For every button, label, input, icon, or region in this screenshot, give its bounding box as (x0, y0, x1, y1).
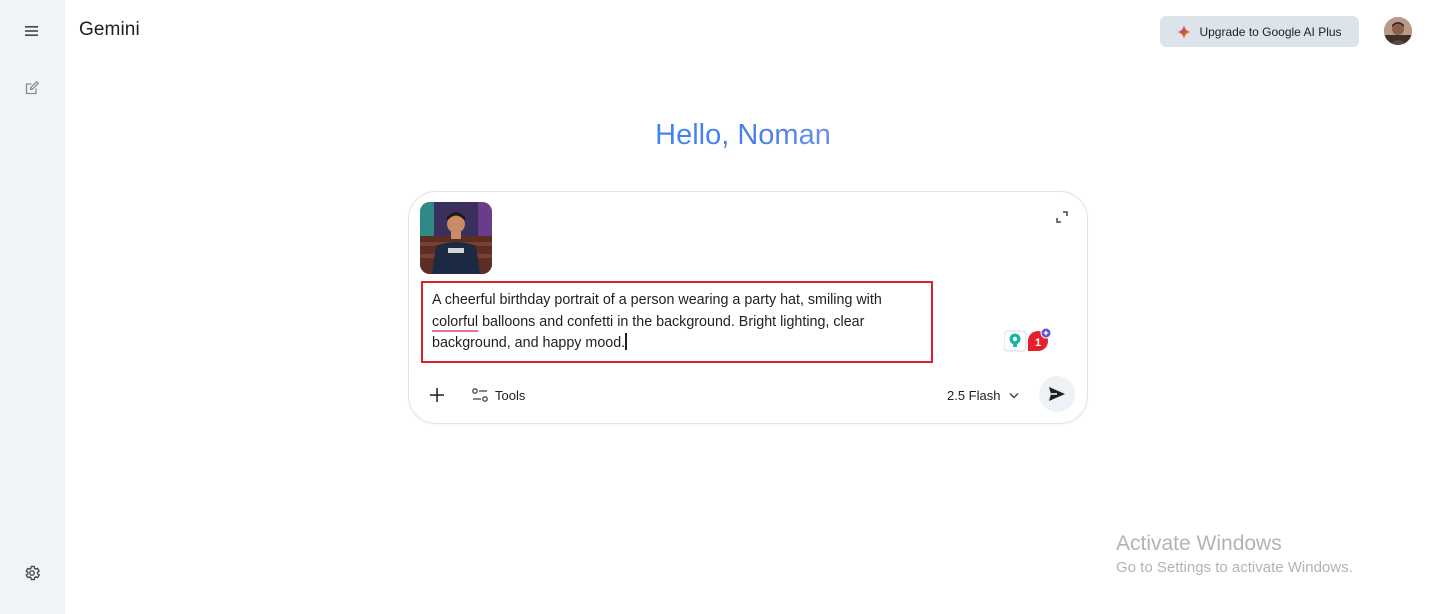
extension-icons: 1 (1003, 327, 1056, 354)
add-attachment-button[interactable] (426, 384, 448, 406)
gear-icon (25, 565, 40, 581)
settings-button[interactable] (18, 559, 46, 587)
plus-icon (430, 388, 444, 402)
edit-icon (25, 81, 39, 95)
windows-activation-watermark: Activate Windows Go to Settings to activ… (1116, 531, 1353, 579)
tools-icon (472, 388, 488, 402)
upgrade-label: Upgrade to Google AI Plus (1199, 24, 1342, 39)
greeting-text: Hello, Noman (655, 119, 831, 151)
expand-button[interactable] (1053, 208, 1071, 226)
account-avatar[interactable] (1384, 17, 1412, 45)
expand-icon (1056, 211, 1068, 223)
send-icon (1049, 387, 1065, 401)
app-title[interactable]: Gemini (79, 19, 140, 41)
spellcheck-flagged-word: colorful (432, 313, 479, 330)
greeting: Hello, Noman (0, 119, 1430, 152)
grammar-extension-icon[interactable] (1003, 330, 1027, 352)
text-caret (625, 333, 627, 350)
tools-label: Tools (495, 387, 526, 403)
chevron-down-icon (1009, 392, 1020, 399)
attached-photo (420, 202, 492, 274)
sparkle-icon (1177, 24, 1192, 39)
menu-icon (25, 26, 38, 36)
send-button[interactable] (1039, 376, 1075, 412)
prompt-input[interactable]: A cheerful birthday portrait of a person… (421, 281, 933, 363)
tools-button[interactable]: Tools (472, 385, 525, 405)
profile-photo (1384, 17, 1412, 45)
model-selector[interactable]: 2.5 Flash (947, 385, 1020, 405)
prompt-card: A cheerful birthday portrait of a person… (408, 191, 1088, 424)
menu-button[interactable] (18, 17, 46, 45)
model-label: 2.5 Flash (947, 387, 1001, 403)
watermark-subtitle: Go to Settings to activate Windows. (1116, 559, 1353, 576)
upgrade-button[interactable]: Upgrade to Google AI Plus (1160, 16, 1359, 47)
watermark-title: Activate Windows (1116, 532, 1282, 555)
prompt-text-start: A cheerful birthday portrait of a person… (432, 292, 882, 308)
attached-image-thumbnail[interactable] (420, 202, 492, 274)
new-chat-button[interactable] (18, 74, 46, 102)
sidebar (0, 0, 65, 614)
extension-badge-count: 1 (1035, 337, 1041, 349)
prompt-text-end: balloons and confetti in the background.… (432, 313, 865, 352)
gemini-app: Gemini Upgrade to Google AI Plus Hello, … (0, 0, 1430, 614)
